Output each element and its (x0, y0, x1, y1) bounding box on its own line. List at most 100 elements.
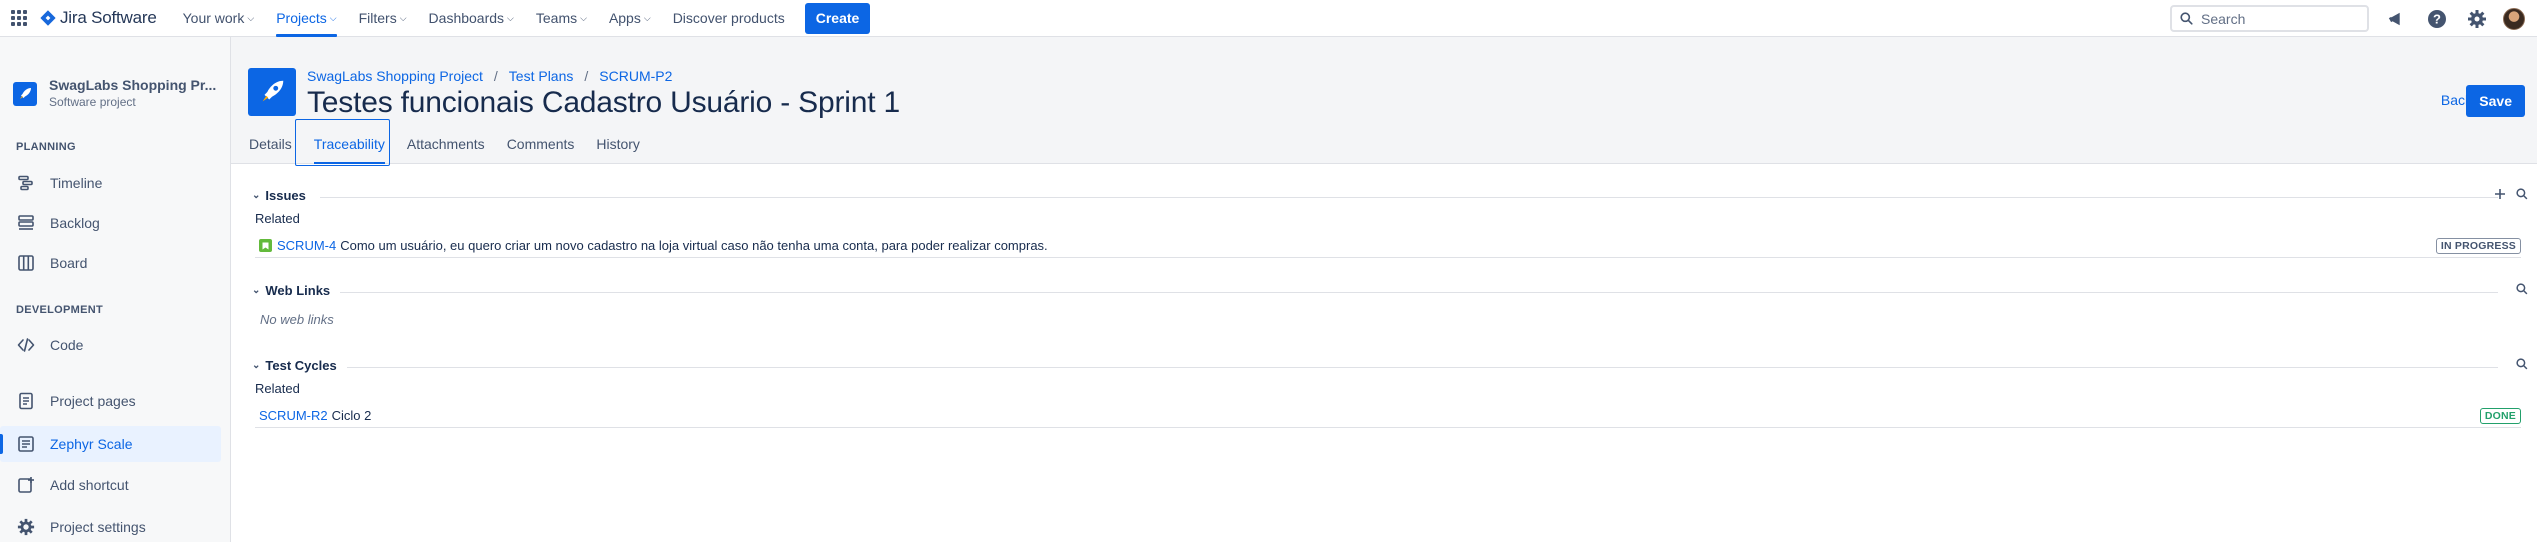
nav-filters[interactable]: Filters ⌵ (359, 0, 407, 37)
breadcrumb-plan-key[interactable]: SCRUM-P2 (599, 68, 672, 84)
notifications-button[interactable] (2381, 3, 2413, 35)
divider (340, 292, 2498, 293)
tab-comments[interactable]: Comments (507, 136, 575, 164)
settings-button[interactable] (2461, 3, 2493, 35)
create-button[interactable]: Create (804, 2, 871, 34)
app-switcher-icon[interactable] (10, 9, 28, 27)
jira-logo[interactable]: Jira Software (40, 8, 157, 28)
issue-row: SCRUM-4 Como um usuário, eu quero criar … (255, 234, 2521, 258)
breadcrumb-test-plans[interactable]: Test Plans (509, 68, 574, 84)
notification-megaphone-icon (2388, 12, 2400, 25)
tab-traceability[interactable]: Traceability (313, 136, 385, 164)
add-icon[interactable] (2494, 188, 2506, 200)
nav-apps[interactable]: Apps ⌵ (609, 0, 651, 37)
chevron-down-icon: ⌄ (252, 190, 261, 201)
add-shortcut-icon (16, 475, 36, 495)
backlog-icon (16, 213, 36, 233)
web-links-panel-toggle[interactable]: ⌄ Web Links (252, 283, 330, 298)
test-cycles-panel-tools (2506, 358, 2528, 370)
nav-dashboards[interactable]: Dashboards ⌵ (429, 0, 514, 37)
project-avatar (13, 82, 37, 106)
sidebar-item-label: Backlog (50, 215, 100, 231)
status-badge: DONE (2479, 407, 2521, 424)
web-links-empty-text: No web links (260, 312, 334, 327)
story-icon (259, 239, 272, 252)
nav-discover-products[interactable]: Discover products (673, 0, 785, 37)
chevron-down-icon: ⌵ (643, 12, 651, 23)
search-icon[interactable] (2516, 188, 2528, 200)
issues-panel-title: Issues (265, 188, 306, 203)
sidebar-item-backlog[interactable]: Backlog (0, 205, 221, 241)
sidebar-item-code[interactable]: Code (0, 327, 221, 363)
test-cycles-panel-toggle[interactable]: ⌄ Test Cycles (252, 358, 337, 373)
status-badge: IN PROGRESS (2435, 237, 2521, 254)
breadcrumb-separator: / (584, 68, 589, 84)
sidebar-item-board[interactable]: Board (0, 245, 221, 281)
project-name: SwagLabs Shopping Pr... (49, 77, 217, 93)
tab-attachments[interactable]: Attachments (407, 136, 485, 164)
test-cycles-related-label: Related (255, 381, 300, 396)
help-button[interactable]: ? (2421, 3, 2453, 35)
issues-related-label: Related (255, 211, 300, 226)
breadcrumb-project[interactable]: SwagLabs Shopping Project (307, 68, 483, 84)
test-cycle-row: SCRUM-R2 Ciclo 2 DONE (255, 404, 2521, 428)
user-avatar[interactable] (2503, 7, 2525, 30)
chevron-down-icon: ⌄ (252, 360, 261, 371)
project-header[interactable]: SwagLabs Shopping Pr... Software project (13, 77, 216, 111)
board-icon (16, 253, 36, 273)
main-content: SwagLabs Shopping Project / Test Plans /… (231, 37, 2537, 542)
top-navigation: Jira Software Your work ⌵ Projects ⌵ Filte… (0, 0, 2537, 37)
sidebar-item-add-shortcut[interactable]: Add shortcut (0, 467, 221, 503)
search-input[interactable] (2201, 10, 2351, 27)
divider (320, 197, 2498, 198)
web-links-panel-tools (2506, 283, 2528, 295)
jira-logo-text: Jira Software (60, 8, 157, 27)
sidebar-item-project-settings[interactable]: Project settings (0, 509, 221, 542)
web-links-panel-title: Web Links (265, 283, 331, 298)
nav-your-work[interactable]: Your work ⌵ (183, 0, 255, 37)
sidebar-item-label: Timeline (50, 175, 103, 191)
zephyr-icon (16, 434, 36, 454)
sidebar-item-label: Add shortcut (50, 477, 129, 493)
search-icon[interactable] (2516, 358, 2528, 370)
settings-icon (16, 517, 36, 537)
issue-key-link[interactable]: SCRUM-4 (277, 238, 336, 253)
sidebar-item-label: Zephyr Scale (50, 436, 133, 452)
issue-summary: Como um usuário, eu quero criar um novo … (340, 238, 1048, 253)
sidebar-item-label: Board (50, 255, 88, 271)
breadcrumb-separator: / (493, 68, 498, 84)
divider (347, 367, 2498, 368)
search-icon[interactable] (2516, 283, 2528, 295)
issues-panel-toggle[interactable]: ⌄ Issues (252, 188, 306, 203)
page-title: Testes funcionais Cadastro Usuário - Spr… (307, 86, 900, 119)
project-type: Software project (49, 95, 136, 109)
sidebar-item-label: Code (50, 337, 84, 353)
chevron-down-icon: ⌵ (399, 12, 407, 23)
nav-projects[interactable]: Projects ⌵ (276, 0, 338, 37)
chevron-down-icon: ⌄ (252, 285, 261, 296)
timeline-icon (16, 173, 36, 193)
search-field[interactable] (2170, 5, 2369, 32)
chevron-down-icon: ⌵ (329, 12, 337, 23)
section-development: DEVELOPMENT (16, 304, 104, 316)
project-sidebar: SwagLabs Shopping Pr... Software project… (0, 37, 231, 542)
tab-history[interactable]: History (596, 136, 640, 164)
sidebar-item-zephyr-scale[interactable]: Zephyr Scale (0, 426, 221, 462)
gear-icon (2468, 9, 2486, 28)
test-cycle-name: Ciclo 2 (331, 408, 372, 423)
test-plan-header: SwagLabs Shopping Project / Test Plans /… (231, 37, 2537, 166)
chevron-down-icon: ⌵ (507, 12, 514, 23)
chevron-down-icon: ⌵ (247, 12, 255, 23)
sidebar-item-timeline[interactable]: Timeline (0, 165, 221, 201)
project-icon-large (248, 68, 296, 116)
rocket-icon (262, 80, 284, 102)
nav-teams[interactable]: Teams ⌵ (536, 0, 587, 37)
section-planning: PLANNING (16, 141, 76, 153)
save-button[interactable]: Save (2466, 85, 2525, 117)
tab-details[interactable]: Details (249, 136, 292, 164)
pages-icon (16, 391, 36, 411)
test-cycle-key-link[interactable]: SCRUM-R2 (259, 408, 328, 423)
chevron-down-icon: ⌵ (580, 12, 587, 23)
sidebar-item-project-pages[interactable]: Project pages (0, 383, 221, 419)
test-cycles-panel-title: Test Cycles (265, 358, 337, 373)
